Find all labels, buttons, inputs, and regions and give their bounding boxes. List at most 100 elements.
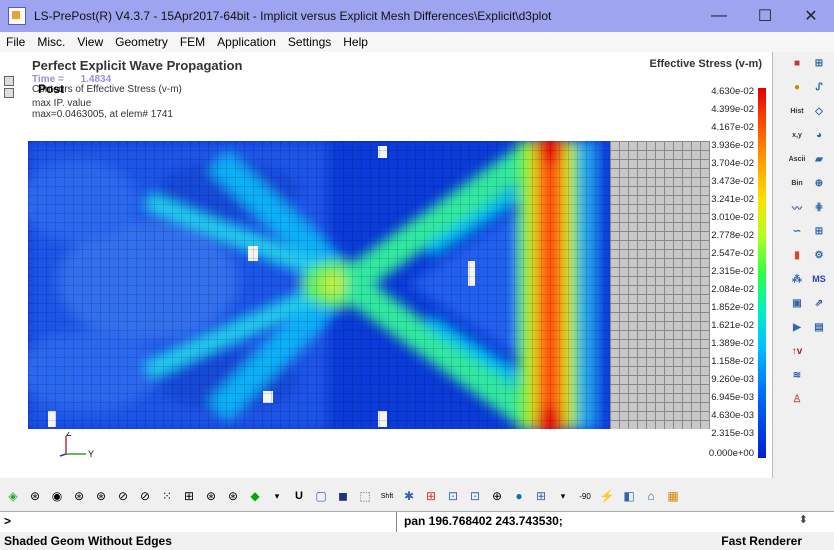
- solid-icon[interactable]: ◼: [334, 487, 352, 505]
- unstressed-mesh-region: [610, 141, 710, 429]
- render-mode-status: Shaded Geom Without Edges: [4, 534, 172, 548]
- vector-tool-icon[interactable]: ⇗: [810, 294, 828, 312]
- arrow-tool-icon[interactable]: ▶: [788, 318, 806, 336]
- menu-geometry[interactable]: Geometry: [109, 35, 174, 49]
- window-titlebar: LS-PrePost(R) V4.3.7 - 15Apr2017-64bit -…: [0, 0, 834, 32]
- binout-tool-icon[interactable]: Bin: [788, 174, 806, 192]
- shift-ctrl-icon[interactable]: Shft: [378, 487, 396, 505]
- mesh-tool-icon[interactable]: ⊕: [810, 174, 828, 192]
- globe-icon[interactable]: ●: [510, 487, 528, 505]
- command-prompt: >: [4, 514, 12, 528]
- legend-label: 9.260e-03: [711, 374, 754, 385]
- book-tool-icon[interactable]: ▰: [810, 150, 828, 168]
- cube-tool-icon[interactable]: ■: [788, 54, 806, 72]
- spline-tool-icon[interactable]: ∽: [788, 222, 806, 240]
- menu-view[interactable]: View: [71, 35, 109, 49]
- command-line[interactable]: > pan 196.768402 243.743530; ⬍: [0, 511, 834, 533]
- zoom-window-icon[interactable]: ⊡: [466, 487, 484, 505]
- feature-icon[interactable]: ⊛: [92, 487, 110, 505]
- app-icon: [8, 7, 26, 25]
- part-tool-icon[interactable]: ⊞: [810, 54, 828, 72]
- rotate-icon[interactable]: ⊕: [488, 487, 506, 505]
- legend-label: 3.936e-02: [711, 140, 754, 151]
- sphere-tool-icon[interactable]: ●: [788, 78, 806, 96]
- legend-label: 1.852e-02: [711, 302, 754, 313]
- home-icon[interactable]: ⌂: [642, 487, 660, 505]
- history-spinner-icon[interactable]: ⬍: [799, 513, 808, 526]
- outline-icon[interactable]: ⊘: [136, 487, 154, 505]
- wireframe-icon[interactable]: ⊛: [26, 487, 44, 505]
- legend-label: 2.315e-02: [711, 266, 754, 277]
- zoom-box-icon[interactable]: ⊡: [444, 487, 462, 505]
- box-icon[interactable]: ▢: [312, 487, 330, 505]
- last-command-output: pan 196.768402 243.743530;: [404, 514, 563, 528]
- fringe-tool-icon[interactable]: ▮: [788, 246, 806, 264]
- fringe-scale-icon[interactable]: ▦: [664, 487, 682, 505]
- model-tool-icon[interactable]: ◈: [4, 487, 22, 505]
- status-bar: Shaded Geom Without Edges Fast Renderer: [0, 532, 834, 550]
- legend-label: 2.778e-02: [711, 230, 754, 241]
- ascii-tool-icon[interactable]: Ascii: [788, 150, 806, 168]
- renderer-status: Fast Renderer: [721, 534, 802, 548]
- image-tool-icon[interactable]: ▣: [788, 294, 806, 312]
- menu-help[interactable]: Help: [337, 35, 374, 49]
- graphics-viewport[interactable]: Perfect Explicit Wave Propagation Time =…: [20, 52, 773, 478]
- history-tool-icon[interactable]: Hist: [788, 102, 806, 120]
- legend-label: 4.167e-02: [711, 122, 754, 133]
- tree-expand-icon[interactable]: [4, 88, 14, 98]
- menu-application[interactable]: Application: [211, 35, 282, 49]
- shaded-icon[interactable]: ◉: [48, 487, 66, 505]
- flow-tool-icon[interactable]: ≋: [788, 366, 806, 384]
- particles-tool-icon[interactable]: ⁂: [788, 270, 806, 288]
- diamond-icon[interactable]: ◆: [246, 487, 264, 505]
- plane-tool-icon[interactable]: ◇: [810, 102, 828, 120]
- ms-tool-icon[interactable]: MS: [810, 270, 828, 288]
- legend-label: 2.315e-03: [711, 428, 754, 439]
- bottom-toolbar: ◈ ⊛ ◉ ⊛ ⊛ ⊘ ⊘ ⁙ ⊞ ⊛ ⊛ ◆ ▾ U ▢ ◼ ⬚ Shft ✱…: [0, 482, 834, 510]
- legend-label: 1.621e-02: [711, 320, 754, 331]
- shell-icon[interactable]: ⊛: [224, 487, 242, 505]
- right-toolbar: ■ ⊞ ● ᔑ Hist ◇ x,y ◕ Ascii ▰ Bin ⊕ 〰 ⋕ ∽…: [786, 52, 834, 478]
- minimize-button[interactable]: —: [696, 0, 742, 32]
- block-tool-icon[interactable]: ▤: [810, 318, 828, 336]
- pick-icon[interactable]: ✱: [400, 487, 418, 505]
- triad-z-label: Z: [66, 432, 72, 438]
- menu-fem[interactable]: FEM: [174, 35, 211, 49]
- grid-tool-icon[interactable]: ⋕: [810, 198, 828, 216]
- dropdown-chevron-icon[interactable]: ▾: [268, 487, 286, 505]
- iso-view-icon[interactable]: ◧: [620, 487, 638, 505]
- edge-icon[interactable]: ⊘: [114, 487, 132, 505]
- maximize-button[interactable]: ☐: [742, 0, 788, 32]
- menu-misc[interactable]: Misc.: [31, 35, 71, 49]
- sphere-view-icon[interactable]: ⊛: [202, 487, 220, 505]
- legend-label: 6.945e-03: [711, 392, 754, 403]
- stress-contour-mesh[interactable]: [28, 141, 613, 429]
- mesh-view-icon[interactable]: ⊞: [180, 487, 198, 505]
- figure-tool-icon[interactable]: ♙: [788, 390, 806, 408]
- close-button[interactable]: ✕: [788, 0, 834, 32]
- hidden-icon[interactable]: ⊛: [70, 487, 88, 505]
- table-tool-icon[interactable]: ⊞: [810, 222, 828, 240]
- max-value-label: max=0.0463005, at elem# 1741: [32, 109, 173, 120]
- wave-tool-icon[interactable]: 〰: [788, 198, 806, 216]
- frame-icon[interactable]: ⊞: [532, 487, 550, 505]
- tree-toggle-icon[interactable]: [4, 76, 14, 86]
- xy-plot-tool-icon[interactable]: x,y: [788, 126, 806, 144]
- dropdown-chevron-icon-2[interactable]: ▾: [554, 487, 572, 505]
- zoom-in-icon[interactable]: ⊞: [422, 487, 440, 505]
- rotate-minus-90-icon[interactable]: -90: [576, 487, 594, 505]
- ball-tool-icon[interactable]: ◕: [810, 126, 828, 144]
- legend-title: Effective Stress (v-m): [649, 58, 763, 70]
- curve-tool-icon[interactable]: ᔑ: [810, 78, 828, 96]
- axes-icon[interactable]: ⚡: [598, 487, 616, 505]
- legend-label: 1.389e-02: [711, 338, 754, 349]
- u-icon[interactable]: U: [290, 487, 308, 505]
- velocity-tool-icon[interactable]: ↑v: [788, 342, 806, 360]
- legend-label: 0.000e+00: [708, 448, 754, 459]
- menu-settings[interactable]: Settings: [282, 35, 337, 49]
- settings-tool-icon[interactable]: ⚙: [810, 246, 828, 264]
- cube-outline-icon[interactable]: ⬚: [356, 487, 374, 505]
- legend-label: 1.158e-02: [711, 356, 754, 367]
- menu-file[interactable]: File: [0, 35, 31, 49]
- dots-icon[interactable]: ⁙: [158, 487, 176, 505]
